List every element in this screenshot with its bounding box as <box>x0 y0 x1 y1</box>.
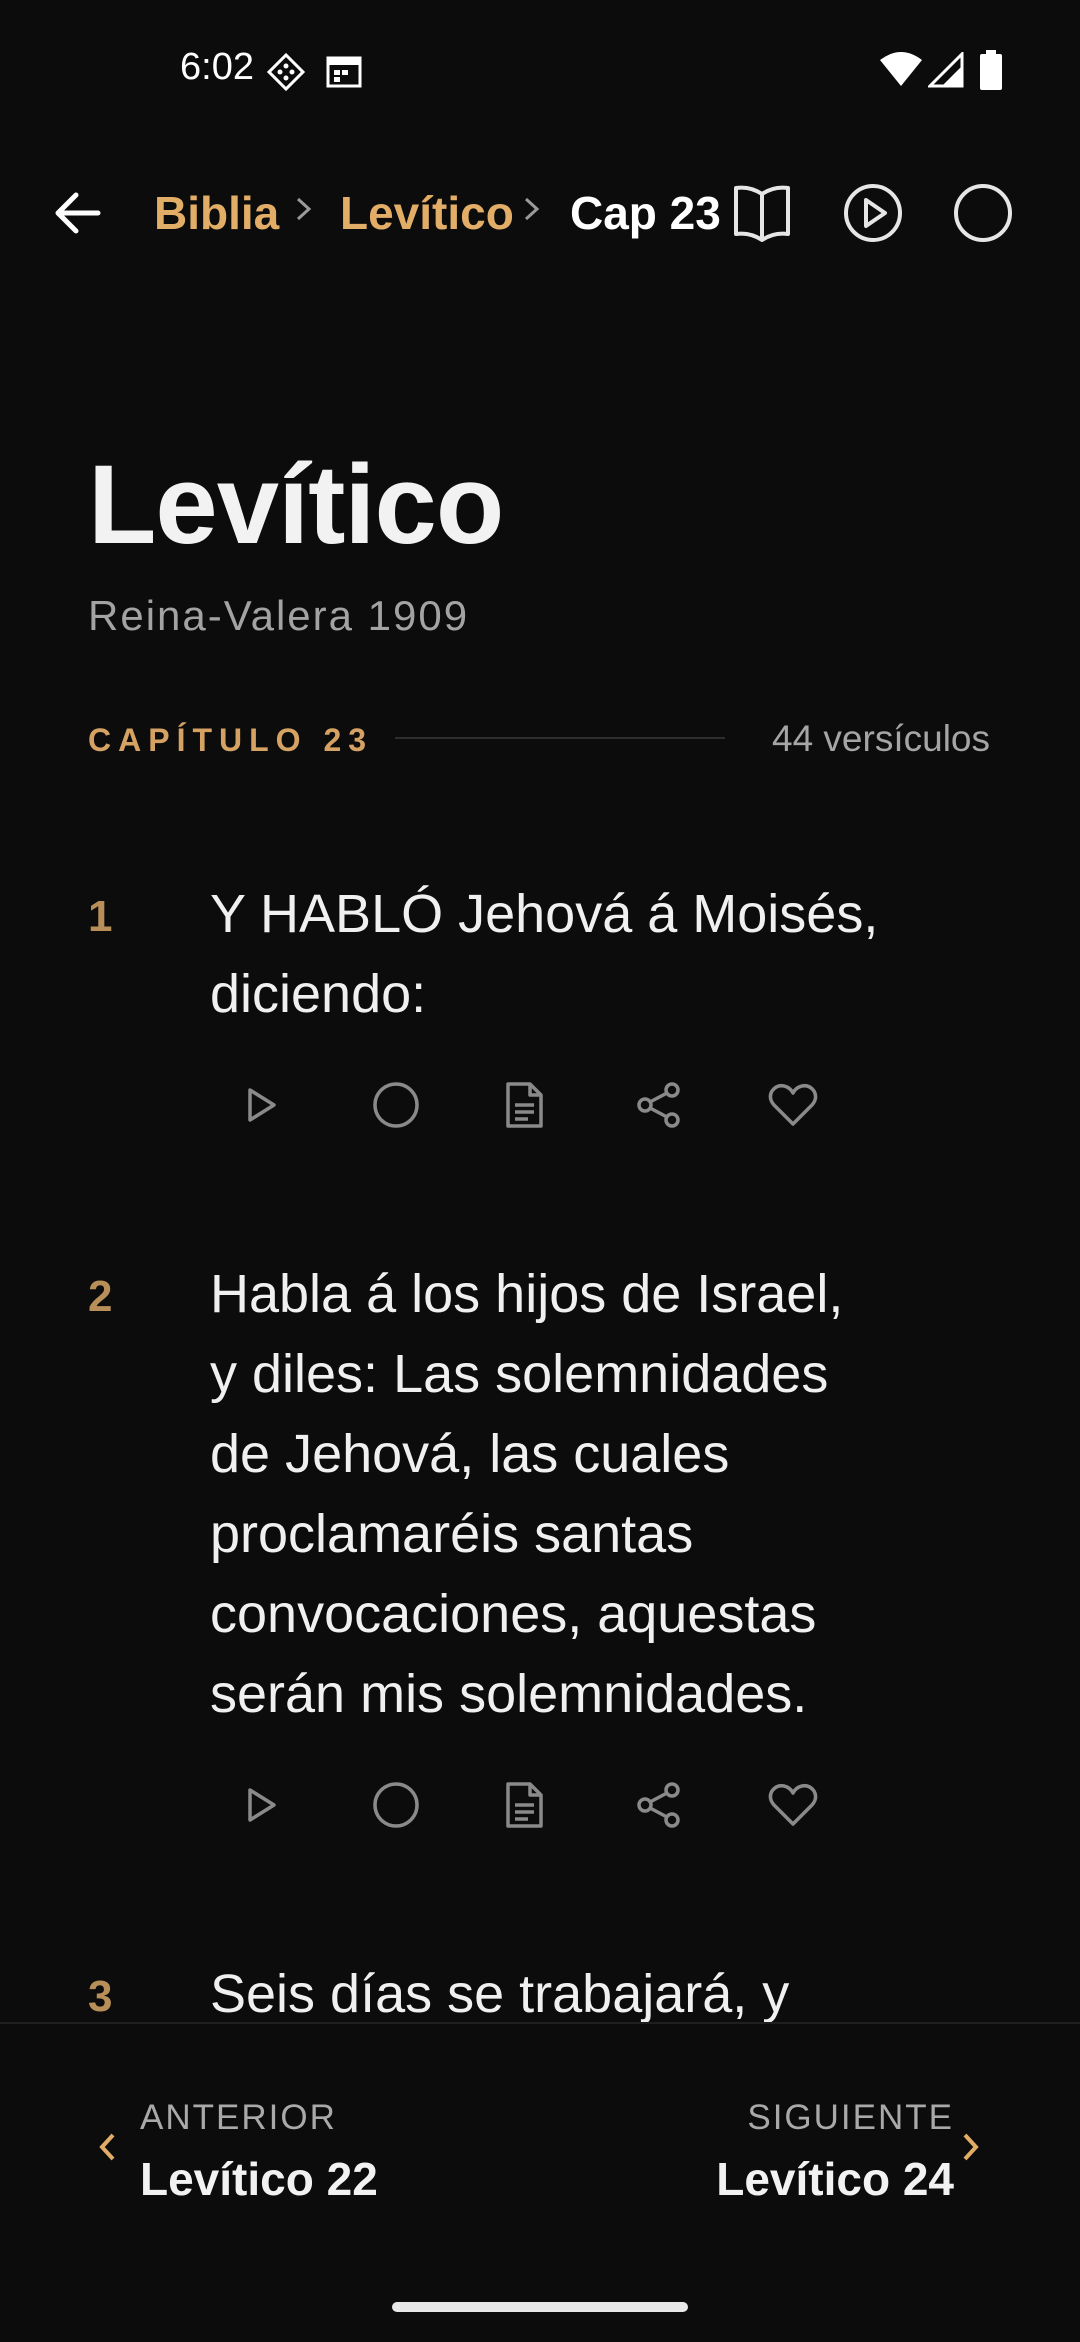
highlight-verse-button[interactable] <box>372 1070 504 1140</box>
play-icon <box>248 1788 276 1822</box>
verse-line: Habla á los hijos de Israel, <box>210 1264 844 1324</box>
highlight-verse-button[interactable] <box>372 1770 504 1840</box>
bible-version: Reina-Valera 1909 <box>88 592 470 639</box>
verse-line: Y HABLÓ Jehová á Moisés, <box>210 884 879 944</box>
settings-diamond-icon <box>266 52 306 92</box>
favorite-verse-button[interactable] <box>768 1770 900 1840</box>
play-chapter-button[interactable] <box>842 182 904 244</box>
home-indicator[interactable] <box>392 2302 688 2312</box>
play-icon <box>248 1088 276 1122</box>
circle-icon <box>373 1082 419 1128</box>
share-icon <box>637 1082 680 1128</box>
breadcrumb-chapter[interactable]: Cap 23 <box>570 186 721 240</box>
verse-text[interactable]: Habla á los hijos de Israel, y diles: La… <box>210 1254 950 1734</box>
verse-line: proclamaréis santas <box>210 1504 694 1564</box>
verse-line: de Jehová, las cuales <box>210 1424 730 1484</box>
chevron-left-icon <box>96 2130 120 2164</box>
circle-icon <box>373 1782 419 1828</box>
chevron-right-icon <box>958 2130 982 2164</box>
breadcrumb-book[interactable]: Levítico <box>340 186 514 240</box>
play-circle-icon <box>844 184 902 242</box>
next-chapter-button[interactable]: SIGUIENTE Levítico 24 <box>716 2098 954 2206</box>
document-icon <box>506 1082 543 1128</box>
verse-line: convocaciones, aquestas <box>210 1584 817 1644</box>
chapter-navigation-bar: ANTERIOR Levítico 22 SIGUIENTE Levítico … <box>0 2022 1080 2342</box>
verse-line: serán mis solemnidades. <box>210 1664 808 1724</box>
note-verse-button[interactable] <box>504 1770 636 1840</box>
share-verse-button[interactable] <box>636 1070 768 1140</box>
book-button[interactable] <box>730 182 794 242</box>
breadcrumb-bible[interactable]: Biblia <box>154 186 279 240</box>
document-icon <box>506 1782 543 1828</box>
next-chapter-title: Levítico 24 <box>716 2153 954 2205</box>
book-title: Levítico <box>88 442 504 567</box>
signal-icon <box>928 52 964 88</box>
play-verse-button[interactable] <box>240 1070 372 1140</box>
verse-number: 3 <box>88 1972 113 2021</box>
verse-actions <box>240 1770 900 1840</box>
verse-line: y diles: Las solemnidades <box>210 1344 829 1404</box>
share-verse-button[interactable] <box>636 1770 768 1840</box>
chevron-right-icon <box>520 194 544 224</box>
favorite-verse-button[interactable] <box>768 1070 900 1140</box>
chevron-right-icon <box>292 194 316 224</box>
verse-text[interactable]: Y HABLÓ Jehová á Moisés, diciendo: <box>210 874 950 1034</box>
verse-line: diciendo: <box>210 964 427 1024</box>
divider <box>395 737 725 739</box>
verse-count: 44 versículos <box>772 718 990 759</box>
status-time: 6:02 <box>180 46 254 88</box>
back-arrow-icon <box>55 192 101 234</box>
play-verse-button[interactable] <box>240 1770 372 1840</box>
circle-button[interactable] <box>952 182 1014 244</box>
back-button[interactable] <box>50 186 104 240</box>
note-verse-button[interactable] <box>504 1070 636 1140</box>
share-icon <box>637 1782 680 1828</box>
circle-icon <box>954 184 1012 242</box>
heart-icon <box>768 1783 818 1826</box>
verse-number: 1 <box>88 892 113 941</box>
previous-chapter-button[interactable]: ANTERIOR Levítico 22 <box>140 2098 378 2206</box>
wifi-icon <box>880 52 922 88</box>
verse-actions <box>240 1070 900 1140</box>
previous-chapter-title: Levítico 22 <box>140 2153 378 2205</box>
calendar-icon <box>326 54 362 88</box>
book-open-icon <box>734 185 790 242</box>
battery-icon <box>980 50 1002 90</box>
chapter-label: CAPÍTULO 23 <box>88 722 374 758</box>
next-label: SIGUIENTE <box>747 2098 954 2137</box>
verse-number: 2 <box>88 1272 113 1321</box>
previous-label: ANTERIOR <box>140 2098 337 2137</box>
heart-icon <box>768 1083 818 1126</box>
